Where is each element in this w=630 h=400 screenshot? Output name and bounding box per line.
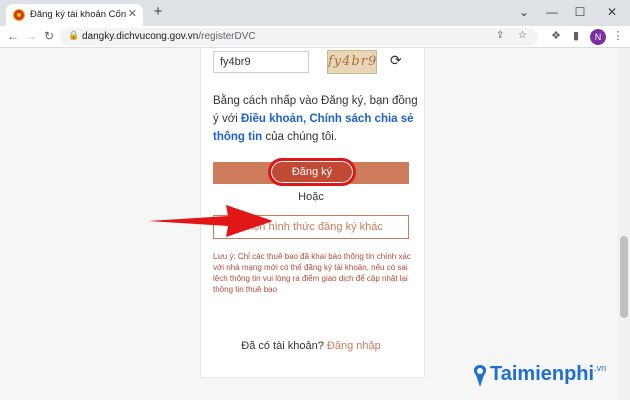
scrollbar-track[interactable] — [618, 48, 630, 400]
menu-icon[interactable]: ⋮ — [610, 29, 626, 42]
url-text: dangky.dichvucong.gov.vn/registerDVC — [82, 31, 256, 42]
tab-search-icon[interactable]: ⌄ — [510, 2, 538, 22]
sidebar-icon[interactable]: ▮ — [568, 29, 584, 42]
browser-toolbar: ← → ↻ 🔒 dangky.dichvucong.gov.vn/registe… — [0, 26, 630, 48]
pointer-arrow-icon — [148, 205, 273, 237]
terms-agreement-text: Bằng cách nhấp vào Đăng ký, bạn đồng ý v… — [213, 95, 418, 143]
profile-avatar[interactable]: N — [590, 29, 606, 45]
tab-close-icon[interactable]: ✕ — [128, 7, 137, 20]
lock-icon[interactable]: 🔒 — [68, 30, 79, 41]
bookmark-star-icon[interactable]: ☆ — [518, 30, 527, 41]
minimize-button[interactable]: — — [538, 2, 566, 22]
new-tab-button[interactable]: + — [150, 4, 166, 20]
reload-icon[interactable]: ↻ — [40, 27, 58, 45]
captcha-input[interactable] — [213, 51, 309, 73]
refresh-captcha-icon[interactable]: ⟳ — [390, 52, 402, 69]
back-icon[interactable]: ← — [4, 27, 22, 45]
share-icon[interactable]: ⇪ — [496, 30, 504, 41]
register-button[interactable]: Đăng ký — [268, 158, 356, 186]
address-bar[interactable]: 🔒 dangky.dichvucong.gov.vn/registerDVC ⇪… — [60, 28, 538, 46]
tab-bar: Đăng ký tài khoản Cổng DVC qu ✕ + ⌄ — ☐ … — [0, 0, 630, 26]
extensions-icon[interactable]: ❖ — [548, 29, 564, 42]
browser-tab[interactable]: Đăng ký tài khoản Cổng DVC qu ✕ — [6, 4, 143, 26]
login-prompt: Đã có tài khoản? Đăng nhập — [241, 340, 381, 352]
watermark: Taimienphi.vn — [490, 363, 607, 385]
page-viewport: fy4br9 ⟳ Bằng cách nhấp vào Đăng ký, bạn… — [0, 48, 630, 400]
taimienphi-logo-icon — [473, 365, 487, 387]
tab-title: Đăng ký tài khoản Cổng DVC qu — [30, 9, 126, 20]
close-window-button[interactable]: ✕ — [598, 2, 626, 22]
forward-icon[interactable]: → — [22, 27, 40, 45]
scrollbar-thumb[interactable] — [620, 236, 628, 318]
login-link[interactable]: Đăng nhập — [327, 340, 381, 352]
site-favicon-icon — [13, 9, 25, 21]
subscriber-note: Lưu ý: Chỉ các thuê bao đã khai báo thôn… — [213, 252, 411, 294]
maximize-button[interactable]: ☐ — [566, 2, 594, 22]
captcha-image: fy4br9 — [327, 50, 377, 74]
